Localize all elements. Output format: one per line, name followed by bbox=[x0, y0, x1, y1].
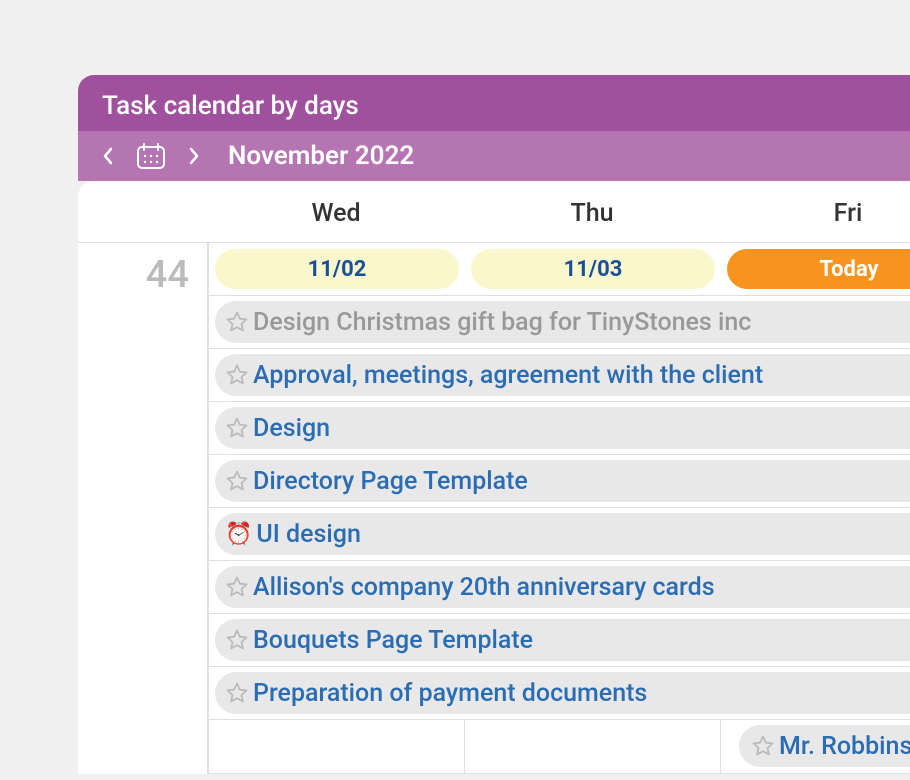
task-item[interactable]: Bouquets Page Template bbox=[215, 619, 910, 661]
task-item[interactable]: Approval, meetings, agreement with the c… bbox=[215, 354, 910, 396]
task-item[interactable]: ⏰UI design bbox=[215, 513, 910, 555]
nav-bar: November 2022 bbox=[78, 131, 910, 181]
calendar-picker-button[interactable] bbox=[136, 142, 166, 170]
chevron-right-icon bbox=[188, 147, 200, 165]
star-icon[interactable] bbox=[225, 310, 249, 334]
next-month-button[interactable] bbox=[188, 147, 200, 165]
date-cell-today[interactable]: Today bbox=[727, 249, 910, 289]
star-icon[interactable] bbox=[225, 681, 249, 705]
task-item[interactable]: Directory Page Template bbox=[215, 460, 910, 502]
current-month-label: November 2022 bbox=[228, 141, 414, 171]
day-header-fri: Fri bbox=[720, 181, 910, 242]
task-row: Directory Page Template bbox=[209, 455, 910, 508]
task-item[interactable]: Preparation of payment documents bbox=[215, 672, 910, 714]
day-header-thu: Thu bbox=[464, 181, 720, 242]
task-title: Bouquets Page Template bbox=[253, 626, 533, 655]
star-icon[interactable] bbox=[225, 416, 249, 440]
star-icon[interactable] bbox=[225, 469, 249, 493]
day-headers: Wed Thu Fri bbox=[78, 181, 910, 243]
star-icon[interactable] bbox=[225, 628, 249, 652]
task-row: Approval, meetings, agreement with the c… bbox=[209, 349, 910, 402]
empty-cell[interactable] bbox=[209, 720, 465, 773]
task-row: Preparation of payment documents bbox=[209, 667, 910, 720]
task-row: Allison's company 20th anniversary cards bbox=[209, 561, 910, 614]
empty-cell[interactable] bbox=[465, 720, 721, 773]
calendar-header: Task calendar by days bbox=[78, 75, 910, 131]
task-title: Directory Page Template bbox=[253, 467, 528, 496]
date-cell-thu[interactable]: 11/03 bbox=[471, 249, 715, 289]
task-item[interactable]: Design Christmas gift bag for TinyStones… bbox=[215, 301, 910, 343]
task-row: Design bbox=[209, 402, 910, 455]
star-icon[interactable] bbox=[751, 734, 775, 758]
task-item[interactable]: Allison's company 20th anniversary cards bbox=[215, 566, 910, 608]
task-title: Allison's company 20th anniversary cards bbox=[253, 573, 715, 602]
task-row: Bouquets Page Template bbox=[209, 614, 910, 667]
star-icon[interactable] bbox=[225, 575, 249, 599]
day-header-wed: Wed bbox=[208, 181, 464, 242]
date-row: 11/02 11/03 Today bbox=[209, 243, 910, 296]
calendar-panel: Wed Thu Fri 44 11/02 11/03 Today D bbox=[78, 181, 910, 774]
week-number: 44 bbox=[78, 243, 208, 774]
task-row: Design Christmas gift bag for TinyStones… bbox=[209, 296, 910, 349]
empty-cell[interactable]: Mr. Robbins bbox=[721, 720, 910, 773]
task-row: ⏰UI design bbox=[209, 508, 910, 561]
task-title: Preparation of payment documents bbox=[253, 679, 647, 708]
task-item[interactable]: Mr. Robbins bbox=[739, 725, 910, 767]
task-title: Design Christmas gift bag for TinyStones… bbox=[253, 308, 751, 337]
calendar-icon bbox=[136, 142, 166, 170]
task-title: UI design bbox=[256, 520, 360, 549]
date-cell-wed[interactable]: 11/02 bbox=[215, 249, 459, 289]
alarm-clock-icon: ⏰ bbox=[225, 522, 252, 547]
bottom-row: Mr. Robbins bbox=[209, 720, 910, 774]
star-icon[interactable] bbox=[225, 363, 249, 387]
task-list: Design Christmas gift bag for TinyStones… bbox=[209, 296, 910, 720]
calendar-title: Task calendar by days bbox=[102, 91, 886, 121]
task-item[interactable]: Design bbox=[215, 407, 910, 449]
chevron-left-icon bbox=[102, 147, 114, 165]
task-title: Design bbox=[253, 414, 330, 443]
task-title: Mr. Robbins bbox=[779, 732, 910, 761]
task-title: Approval, meetings, agreement with the c… bbox=[253, 361, 763, 390]
prev-month-button[interactable] bbox=[102, 147, 114, 165]
